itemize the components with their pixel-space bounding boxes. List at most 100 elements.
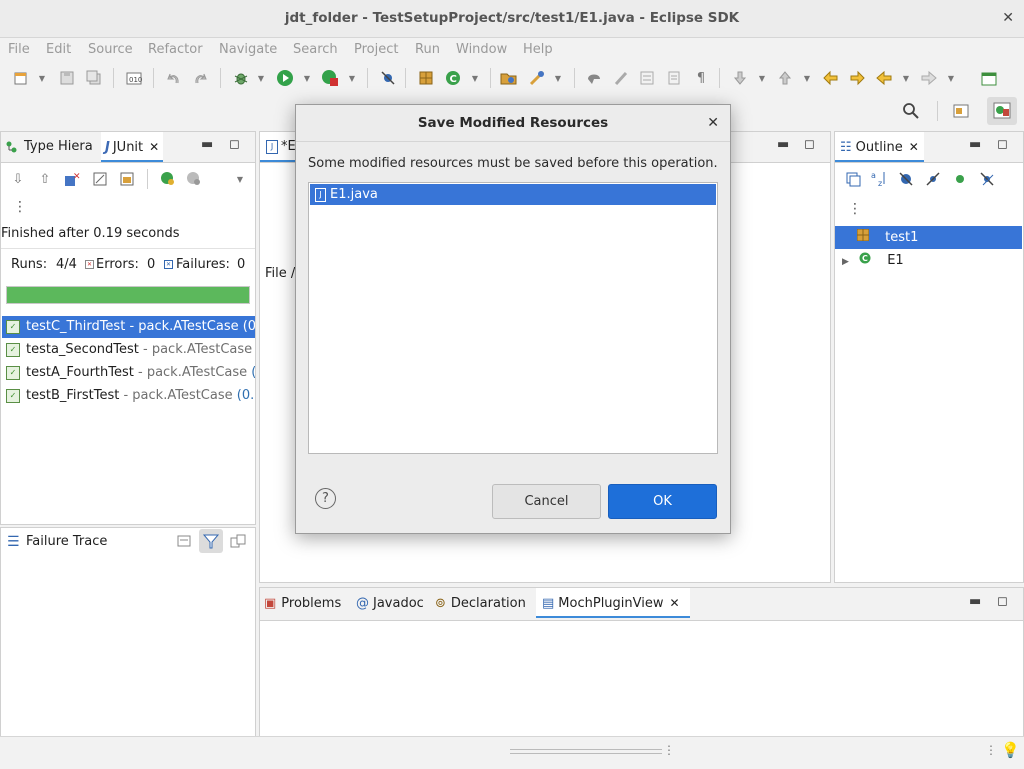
redo-icon[interactable] — [191, 69, 209, 87]
outline-maximize-icon[interactable]: ◻ — [997, 137, 1008, 152]
compare-result-icon[interactable] — [175, 532, 193, 550]
editor-minimize-icon[interactable]: ▬ — [777, 137, 789, 152]
help-icon[interactable]: ? — [315, 488, 336, 509]
resource-perspective-icon[interactable] — [952, 102, 970, 120]
bottom-maximize-icon[interactable]: ◻ — [997, 594, 1008, 609]
word-wrap-icon[interactable] — [665, 69, 683, 87]
run-dropdown-icon[interactable]: ▼ — [302, 69, 312, 87]
tab-mochpluginview[interactable]: ▤ MochPluginView ✕ — [536, 588, 690, 618]
undo-icon[interactable] — [165, 69, 183, 87]
rerun-failed-first-icon[interactable] — [185, 170, 203, 188]
bottom-minimize-icon[interactable]: ▬ — [969, 594, 981, 609]
previous-annotation-dropdown-icon[interactable]: ▼ — [802, 69, 812, 87]
collapse-all-icon[interactable] — [844, 170, 862, 188]
menu-help[interactable]: Help — [523, 38, 553, 61]
tab-javadoc[interactable]: @ Javadoc — [356, 588, 424, 618]
layout-icon[interactable] — [118, 170, 136, 188]
test-row[interactable]: ✓ testC_ThirdTest - pack.ATestCase (0 — [2, 316, 255, 338]
status-drag-handle-icon[interactable]: ⋮ — [663, 743, 675, 757]
menu-run[interactable]: Run — [415, 38, 440, 61]
outline-minimize-icon[interactable]: ▬ — [969, 137, 981, 152]
sort-icon[interactable]: az — [870, 170, 888, 188]
hide-static-icon[interactable] — [924, 170, 942, 188]
hide-fields-icon[interactable] — [897, 170, 915, 188]
search-field-icon[interactable] — [902, 102, 920, 120]
junit-view-menu-icon[interactable]: ▼ — [235, 170, 245, 188]
ok-button[interactable]: OK — [608, 484, 717, 519]
outline-view-menu-icon[interactable]: ⋮ — [848, 202, 862, 216]
resources-list[interactable]: J E1.java — [308, 182, 718, 454]
go-to-edit-icon[interactable] — [848, 69, 866, 87]
test-row[interactable]: ✓ testB_FirstTest - pack.ATestCase (0. — [2, 385, 255, 407]
minimize-icon[interactable]: ▬ — [201, 137, 213, 152]
test-row[interactable]: ✓ testA_FourthTest - pack.ATestCase ( — [2, 362, 255, 384]
test-row[interactable]: ✓ testa_SecondTest - pack.ATestCase — [2, 339, 255, 361]
debug-dropdown-icon[interactable]: ▼ — [256, 69, 266, 87]
previous-annotation-icon[interactable] — [776, 69, 794, 87]
last-edit-location-icon[interactable] — [822, 69, 840, 87]
window-close-button[interactable]: ✕ — [1002, 0, 1014, 37]
toggle-highlight-icon[interactable] — [612, 69, 630, 87]
hide-local-types-icon[interactable] — [978, 170, 996, 188]
tab-junit[interactable]: J JUnit ✕ — [101, 132, 164, 162]
menu-project[interactable]: Project — [354, 38, 398, 61]
menu-file[interactable]: File — [8, 38, 30, 61]
tab-junit-close-icon[interactable]: ✕ — [149, 140, 159, 154]
new-class-dropdown-icon[interactable]: ▼ — [470, 69, 480, 87]
rerun-test-icon[interactable] — [159, 170, 177, 188]
list-item[interactable]: J E1.java — [310, 184, 716, 205]
menu-window[interactable]: Window — [456, 38, 507, 61]
status-menu-icon[interactable]: ⋮ — [985, 743, 997, 757]
show-whitespace-icon[interactable]: ¶ — [692, 69, 710, 87]
back-dropdown-icon[interactable]: ▼ — [901, 69, 911, 87]
open-perspective-icon[interactable] — [980, 69, 998, 87]
skip-breakpoints-icon[interactable] — [379, 69, 397, 87]
menu-navigate[interactable]: Navigate — [219, 38, 277, 61]
next-annotation-icon[interactable] — [731, 69, 749, 87]
menu-search[interactable]: Search — [293, 38, 338, 61]
new-icon[interactable] — [12, 69, 30, 87]
forward-dropdown-icon[interactable]: ▼ — [946, 69, 956, 87]
block-selection-icon[interactable] — [638, 69, 656, 87]
forward-icon[interactable] — [920, 69, 938, 87]
search-icon[interactable] — [528, 69, 546, 87]
save-all-icon[interactable] — [85, 69, 103, 87]
new-package-icon[interactable] — [417, 69, 435, 87]
filter-stack-trace-button[interactable] — [199, 529, 223, 553]
coverage-dropdown-icon[interactable]: ▼ — [347, 69, 357, 87]
hide-non-public-icon[interactable] — [951, 170, 969, 188]
outline-item-e1[interactable]: ▶ C E1 — [835, 249, 1022, 272]
tab-mochpluginview-close-icon[interactable]: ✕ — [670, 596, 680, 610]
coverage-icon[interactable] — [321, 69, 339, 87]
toggle-mark-occurrences-icon[interactable] — [585, 69, 603, 87]
editor-maximize-icon[interactable]: ◻ — [804, 137, 815, 152]
maximize-icon[interactable]: ◻ — [229, 137, 240, 152]
new-class-icon[interactable]: C — [444, 69, 462, 87]
save-icon[interactable] — [58, 69, 76, 87]
show-failures-only-icon[interactable]: ✕ — [63, 170, 81, 188]
tab-outline-close-icon[interactable]: ✕ — [909, 140, 919, 154]
previous-failure-icon[interactable]: ⇧ — [36, 170, 54, 188]
tab-declaration[interactable]: ⊚ Declaration — [435, 588, 526, 618]
menu-edit[interactable]: Edit — [46, 38, 71, 61]
view-menu-dots-icon[interactable]: ⋮ — [13, 200, 27, 214]
tip-lightbulb-icon[interactable]: 💡 — [1001, 741, 1020, 759]
debug-icon[interactable] — [232, 69, 250, 87]
binary-icon[interactable]: 010 — [125, 69, 143, 87]
scroll-lock-icon[interactable] — [91, 170, 109, 188]
outline-item-test1[interactable]: test1 — [835, 226, 1022, 249]
menu-source[interactable]: Source — [88, 38, 133, 61]
expand-arrow-icon[interactable]: ▶ — [842, 257, 849, 267]
search-dropdown-icon[interactable]: ▼ — [553, 69, 563, 87]
java-perspective-button[interactable] — [987, 97, 1017, 125]
open-type-icon[interactable] — [500, 69, 518, 87]
run-icon[interactable] — [276, 69, 294, 87]
tab-problems[interactable]: ▣ Problems — [264, 588, 341, 618]
menu-refactor[interactable]: Refactor — [148, 38, 203, 61]
next-failure-icon[interactable]: ⇩ — [9, 170, 27, 188]
next-annotation-dropdown-icon[interactable]: ▼ — [757, 69, 767, 87]
back-icon[interactable] — [875, 69, 893, 87]
tab-type-hierarchy[interactable]: Type Hiera — [1, 132, 93, 162]
copy-trace-icon[interactable] — [229, 532, 247, 550]
tab-outline[interactable]: ☷ Outline ✕ — [835, 132, 924, 162]
